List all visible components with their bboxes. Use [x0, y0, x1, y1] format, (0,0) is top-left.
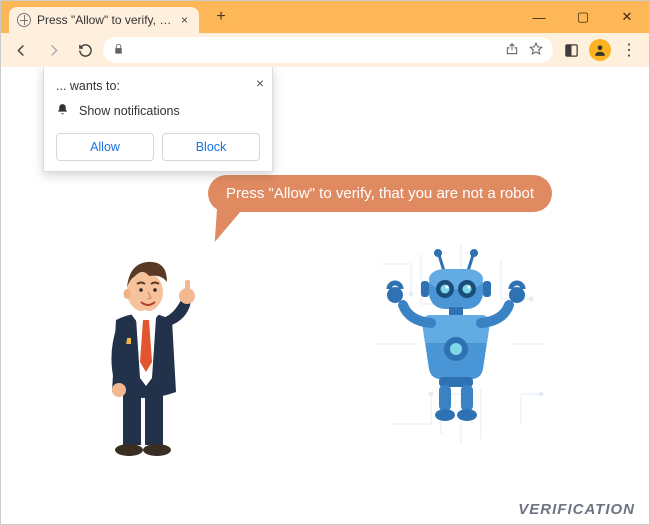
minimize-button[interactable]: — — [517, 1, 561, 33]
browser-toolbar: ⋮ — [1, 33, 649, 67]
notification-permission-prompt: × ... wants to: Show notifications Allow… — [43, 67, 273, 172]
robot-illustration — [381, 249, 531, 429]
menu-button[interactable]: ⋮ — [615, 40, 643, 60]
maximize-button[interactable]: ▢ — [561, 1, 605, 33]
lock-icon — [113, 43, 124, 58]
window-titlebar: Press "Allow" to verify, that you a × + … — [1, 1, 649, 33]
allow-button[interactable]: Allow — [56, 133, 154, 161]
speech-bubble: Press "Allow" to verify, that you are no… — [208, 175, 552, 212]
bell-icon — [56, 103, 69, 119]
share-icon[interactable] — [505, 42, 519, 59]
address-bar[interactable] — [103, 37, 553, 63]
verification-label: VERIFICATION — [518, 501, 635, 518]
prompt-permission-label: Show notifications — [79, 104, 180, 118]
page-content: computips × ... wants to: Show notificat… — [1, 67, 649, 524]
reload-button[interactable] — [71, 36, 99, 64]
bookmark-star-icon[interactable] — [529, 42, 543, 59]
prompt-heading: ... wants to: — [56, 79, 260, 93]
prompt-permission-row: Show notifications — [56, 103, 260, 119]
block-button[interactable]: Block — [162, 133, 260, 161]
forward-button[interactable] — [39, 36, 67, 64]
profile-avatar[interactable] — [589, 39, 611, 61]
extensions-icon[interactable] — [557, 36, 585, 64]
back-button[interactable] — [7, 36, 35, 64]
tab-title: Press "Allow" to verify, that you a — [37, 13, 172, 27]
close-window-button[interactable]: ✕ — [605, 1, 649, 33]
prompt-close-icon[interactable]: × — [256, 75, 264, 91]
speech-text: Press "Allow" to verify, that you are no… — [208, 175, 552, 212]
globe-icon — [17, 13, 31, 27]
speech-tail — [215, 204, 246, 244]
tab-close-icon[interactable]: × — [178, 13, 191, 27]
browser-tab[interactable]: Press "Allow" to verify, that you a × — [9, 7, 199, 33]
man-illustration — [81, 240, 211, 460]
window-controls: — ▢ ✕ — [517, 1, 649, 33]
new-tab-button[interactable]: + — [209, 5, 233, 29]
